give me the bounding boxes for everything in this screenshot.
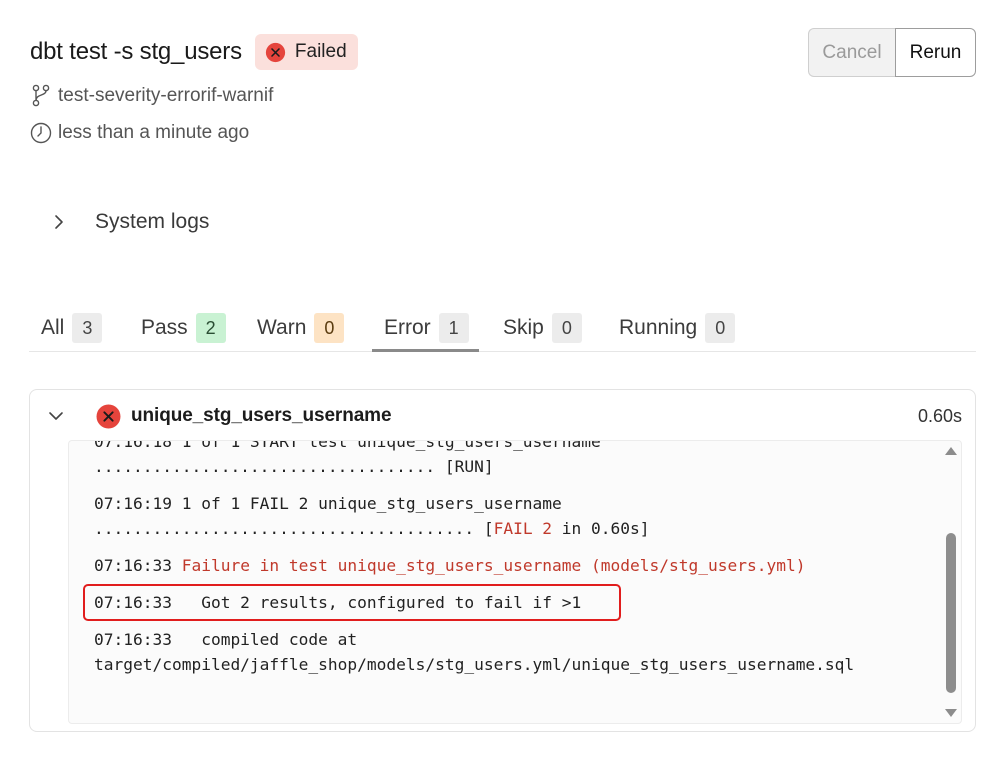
system-logs-label: System logs [95, 210, 210, 233]
time-row: less than a minute ago [30, 121, 249, 145]
git-branch-icon [30, 84, 52, 108]
scrollbar-thumb[interactable] [946, 533, 956, 693]
scroll-down-icon[interactable] [945, 709, 957, 717]
test-result-card: unique_stg_users_username 0.60s 07:16:18… [29, 389, 976, 732]
run-header: dbt test -s stg_users Failed [30, 34, 358, 70]
log-entry: 07:16:18 1 of 1 START test unique_stg_us… [69, 440, 939, 479]
log-line: ................................... [RUN… [94, 457, 494, 476]
failure-message: Failure in test unique_stg_users_usernam… [181, 556, 806, 575]
log-line: target/compiled/jaffle_shop/models/stg_u… [94, 655, 855, 674]
branch-row: test-severity-errorif-warnif [30, 84, 273, 108]
cancel-button[interactable]: Cancel [808, 28, 895, 77]
log-line: 07:16:33 compiled code at [94, 630, 358, 649]
status-label: Failed [294, 41, 347, 62]
tab-count: 2 [195, 313, 226, 343]
tab-label: Warn [257, 316, 307, 339]
tab-count: 0 [314, 313, 345, 343]
fail-count: FAIL 2 [493, 519, 553, 538]
tab-label: Running [619, 316, 698, 339]
tab-all[interactable]: All 3 [41, 311, 103, 352]
tab-warn[interactable]: Warn 0 [257, 311, 345, 352]
tab-skip[interactable]: Skip 0 [503, 311, 582, 352]
relative-time: less than a minute ago [58, 122, 250, 143]
tab-label: All [41, 316, 65, 339]
log-content: 07:16:18 1 of 1 START test unique_stg_us… [69, 440, 939, 689]
tab-count: 0 [551, 313, 582, 343]
test-duration: 0.60s [917, 406, 962, 426]
chevron-right-icon [55, 215, 63, 229]
tab-count: 0 [705, 313, 736, 343]
test-result-header[interactable]: unique_stg_users_username 0.60s [30, 390, 975, 442]
log-entry: 07:16:33 compiled code at target/compile… [69, 627, 939, 677]
page-title: dbt test -s stg_users [30, 38, 242, 65]
run-actions: Cancel Rerun [808, 28, 976, 77]
test-name: unique_stg_users_username [131, 405, 392, 426]
status-badge: Failed [254, 34, 358, 70]
tab-label: Skip [503, 316, 544, 339]
log-line: 07:16:18 1 of 1 START test unique_stg_us… [94, 440, 601, 451]
log-entry-highlighted: 07:16:33 Got 2 results, configured to fa… [69, 584, 939, 621]
x-circle-icon [265, 42, 286, 62]
tab-label: Error [384, 316, 431, 339]
tab-label: Pass [141, 316, 188, 339]
log-entry: 07:16:33 Failure in test unique_stg_user… [69, 553, 939, 578]
highlight-box [83, 584, 621, 621]
log-entry: 07:16:19 1 of 1 FAIL 2 unique_stg_users_… [69, 491, 939, 541]
rerun-button[interactable]: Rerun [895, 28, 976, 77]
tab-count: 1 [438, 313, 469, 343]
chevron-down-icon[interactable] [47, 409, 65, 423]
branch-name: test-severity-errorif-warnif [58, 85, 274, 106]
log-line: 07:16:19 1 of 1 FAIL 2 unique_stg_users_… [94, 494, 562, 513]
log-time: 07:16:33 [94, 556, 182, 575]
tab-running[interactable]: Running 0 [619, 311, 736, 352]
error-icon [96, 404, 121, 429]
tab-error[interactable]: Error 1 [372, 311, 479, 352]
system-logs-toggle[interactable]: System logs [50, 210, 209, 234]
result-filter-tabs: All 3 Pass 2 Warn 0 Error 1 Skip 0 Runni… [29, 311, 976, 352]
log-line: in 0.60s] [552, 519, 650, 538]
scroll-up-icon[interactable] [945, 447, 957, 455]
clock-icon [30, 121, 52, 145]
log-output[interactable]: 07:16:18 1 of 1 START test unique_stg_us… [68, 440, 962, 724]
log-line: ....................................... … [94, 519, 494, 538]
tab-pass[interactable]: Pass 2 [141, 311, 226, 352]
tab-count: 3 [72, 313, 103, 343]
log-scrollbar[interactable] [941, 441, 961, 723]
